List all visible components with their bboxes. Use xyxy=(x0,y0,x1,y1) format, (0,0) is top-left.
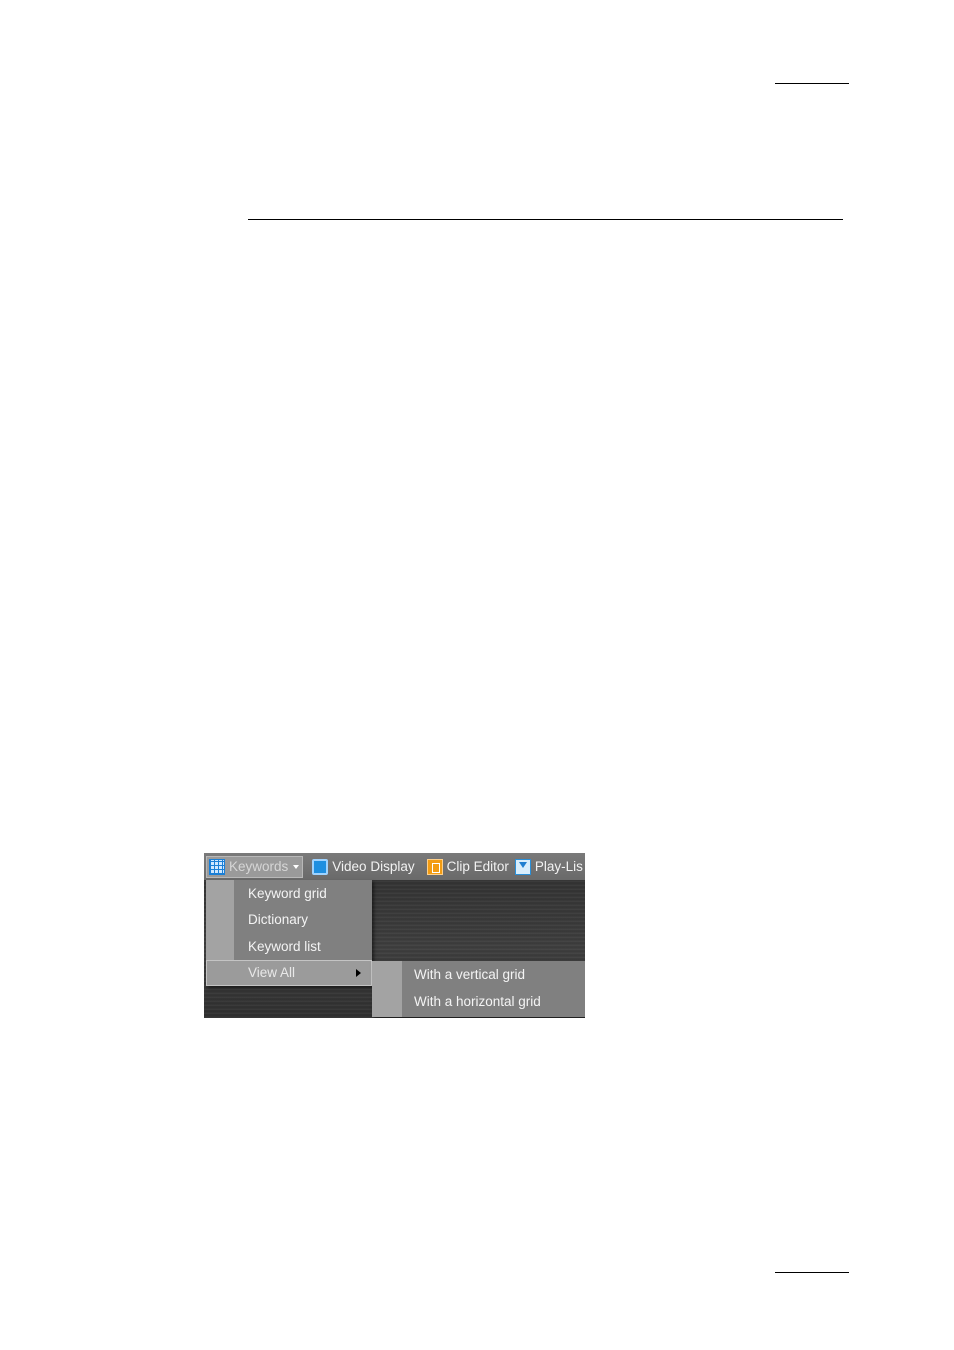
menu-item-horizontal-grid[interactable]: With a horizontal grid xyxy=(372,988,585,1015)
menu-item-dictionary[interactable]: Dictionary xyxy=(206,906,372,933)
menu-item-label: With a vertical grid xyxy=(414,967,526,982)
playlist-button[interactable]: Play-Lis xyxy=(512,856,585,878)
keywords-dropdown-menu: Keyword grid Dictionary Keyword list Vie… xyxy=(206,880,372,986)
video-display-icon xyxy=(312,858,329,875)
clip-editor-label: Clip Editor xyxy=(446,859,509,874)
video-display-label: Video Display xyxy=(332,859,415,874)
menu-item-keyword-grid[interactable]: Keyword grid xyxy=(206,880,372,907)
keywords-menu-button[interactable]: Keywords xyxy=(206,855,304,878)
clip-editor-icon xyxy=(426,858,443,875)
menu-item-vertical-grid[interactable]: With a vertical grid xyxy=(372,961,585,988)
playlist-label: Play-Lis xyxy=(534,859,583,874)
playlist-icon xyxy=(514,858,531,875)
menu-item-label: View All xyxy=(248,965,296,980)
footer-rule-short xyxy=(775,1272,849,1273)
header-rule-short xyxy=(775,83,849,84)
view-all-submenu: With a vertical grid With a horizontal g… xyxy=(372,961,585,1017)
keywords-menu-screenshot: Keywords Video Display Clip Editor Play-… xyxy=(204,853,585,1018)
submenu-arrow-icon xyxy=(356,969,361,977)
keywords-label: Keywords xyxy=(229,859,289,874)
grid-icon xyxy=(209,858,225,875)
header-rule xyxy=(248,219,843,220)
toolbar: Keywords Video Display Clip Editor Play-… xyxy=(204,853,585,880)
menu-item-label: Keyword list xyxy=(248,939,321,954)
video-display-button[interactable]: Video Display xyxy=(309,856,417,878)
chevron-down-icon xyxy=(293,864,300,869)
menu-item-label: Keyword grid xyxy=(248,886,327,901)
menu-item-view-all[interactable]: View All xyxy=(206,960,372,986)
clip-editor-button[interactable]: Clip Editor xyxy=(424,856,512,878)
menu-item-keyword-list[interactable]: Keyword list xyxy=(206,933,372,960)
menu-item-label: Dictionary xyxy=(248,912,309,927)
menu-item-label: With a horizontal grid xyxy=(414,994,541,1009)
